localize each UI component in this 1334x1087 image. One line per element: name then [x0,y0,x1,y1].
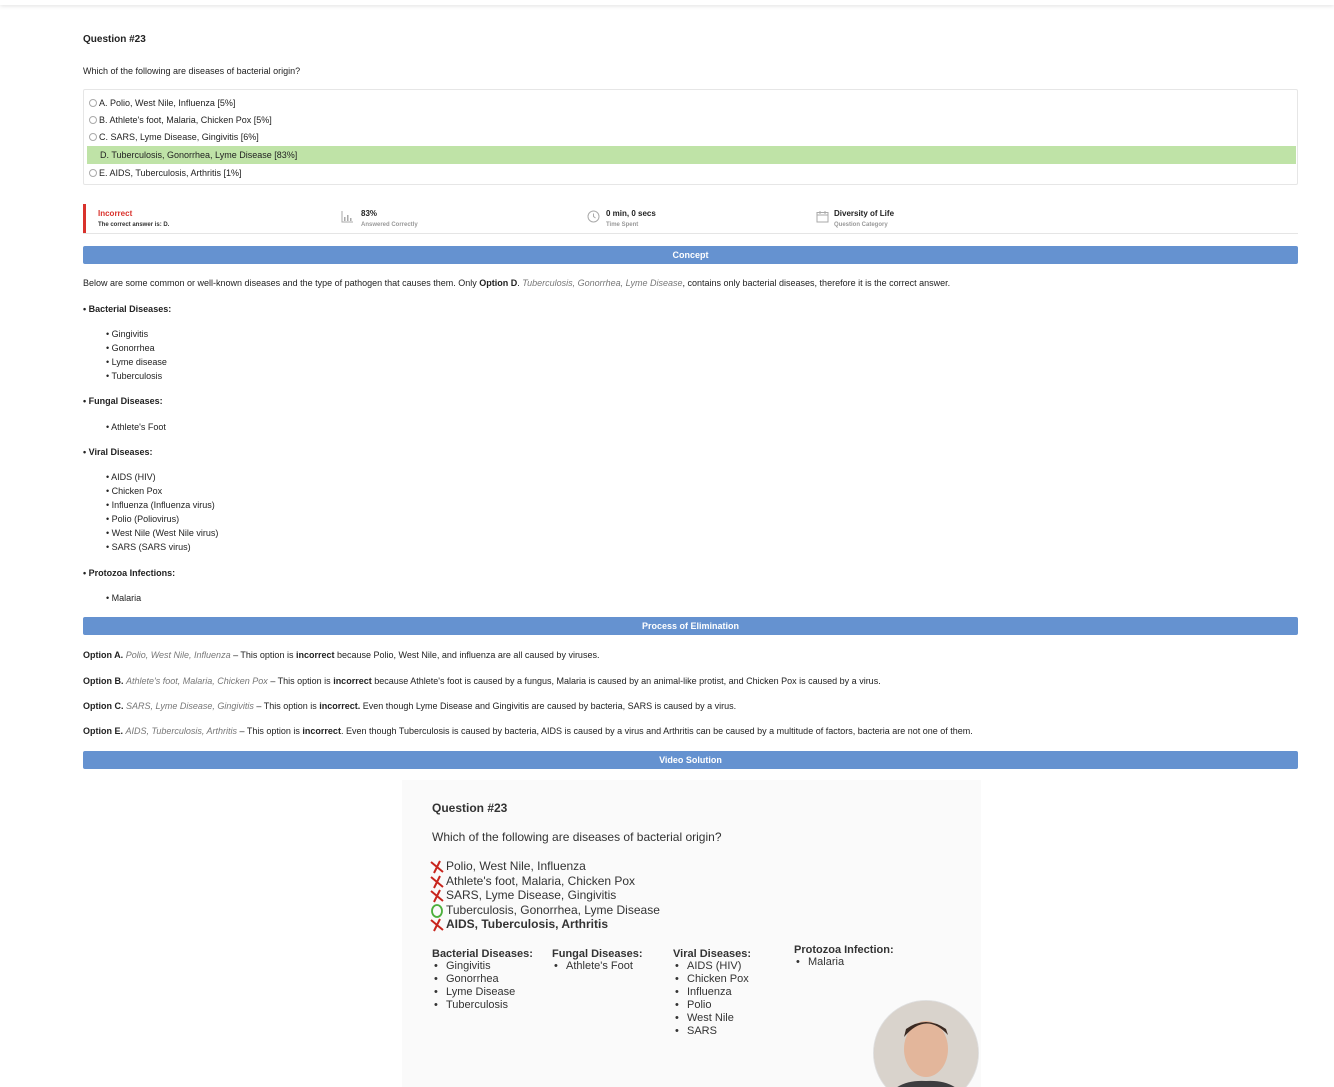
option-e[interactable]: E. AIDS, Tuberculosis, Arthritis [1%] [87,164,1296,181]
video-option: Tuberculosis, Gonorrhea, Lyme Disease [446,903,660,917]
list-item: • Polio (Poliovirus) [106,514,180,524]
elimination-row: Option E. AIDS, Tuberculosis, Arthritis … [83,726,973,736]
video-fungal-column: Fungal Diseases: Athlete's Foot [552,948,642,973]
list-item: • Gonorrhea [106,343,155,353]
incorrect-indicator [83,204,86,233]
video-option: SARS, Lyme Disease, Gingivitis [446,888,617,902]
cross-out-mark-icon [430,875,444,889]
option-label: E. AIDS, Tuberculosis, Arthritis [1%] [99,167,242,178]
percent-label: Answered Correctly [361,222,418,228]
video-protozoa-column: Protozoa Infection: Malaria [794,944,894,969]
bacterial-heading: • Bacterial Diseases: [83,304,172,314]
cross-out-mark-icon [430,860,444,874]
option-d[interactable]: D. Tuberculosis, Gonorrhea, Lyme Disease… [87,146,1296,164]
category-value: Diversity of Life [834,209,895,218]
elimination-row: Option C. SARS, Lyme Disease, Gingivitis… [83,701,737,711]
list-item: • Gingivitis [106,329,149,339]
category-label: Question Category [834,222,888,228]
time-label: Time Spent [606,222,639,228]
option-label: D. Tuberculosis, Gonorrhea, Lyme Disease… [100,150,298,160]
list-item: • Malaria [106,593,142,603]
cross-out-mark-icon [430,918,444,932]
correct-answer-text: The correct answer is: D. [98,222,170,228]
bar-chart-icon [341,211,353,223]
option-label: C. SARS, Lyme Disease, Gingivitis [6%] [99,131,259,142]
radio-icon[interactable] [89,115,97,124]
video-header: Video Solution [83,751,1298,769]
video-option: Polio, West Nile, Influenza [446,859,586,873]
viral-heading: • Viral Diseases: [83,447,153,457]
circle-mark-icon [431,904,443,918]
option-label: B. Athlete's foot, Malaria, Chicken Pox … [99,114,272,125]
video-bacterial-column: Bacterial Diseases: Gingivitis Gonorrhea… [432,948,533,1012]
list-item: • Tuberculosis [106,371,163,381]
video-question-title: Question #23 [432,801,508,815]
list-item: • Lyme disease [106,357,167,367]
answer-options: A. Polio, West Nile, Influenza [5%] B. A… [83,89,1298,185]
time-value: 0 min, 0 secs [606,209,656,218]
list-item: • AIDS (HIV) [106,472,156,482]
calendar-icon [816,211,829,223]
video-option: Athlete's foot, Malaria, Chicken Pox [446,874,636,888]
percent-value: 83% [361,209,378,218]
video-player[interactable]: Question #23 Which of the following are … [402,780,981,1087]
video-option: AIDS, Tuberculosis, Arthritis [446,917,609,931]
question-text: Which of the following are diseases of b… [83,66,301,76]
list-item: • Athlete's Foot [106,422,166,432]
top-bar [0,0,1334,5]
list-item: • West Nile (West Nile virus) [106,528,219,538]
option-label: A. Polio, West Nile, Influenza [5%] [99,97,236,108]
radio-icon[interactable] [89,98,97,107]
list-item: • Chicken Pox [106,486,163,496]
concept-header: Concept [83,246,1298,264]
radio-icon[interactable] [89,132,97,141]
option-b[interactable]: B. Athlete's foot, Malaria, Chicken Pox … [87,111,1296,128]
protozoa-heading: • Protozoa Infections: [83,568,176,578]
video-viral-column: Viral Diseases: AIDS (HIV) Chicken Pox I… [673,948,751,1038]
presenter-avatar [873,1000,979,1087]
concept-intro: Below are some common or well-known dise… [83,278,951,288]
elimination-row: Option B. Athlete's foot, Malaria, Chick… [83,676,881,686]
elimination-row: Option A. Polio, West Nile, Influenza – … [83,650,600,660]
elimination-header: Process of Elimination [83,617,1298,635]
video-question-text: Which of the following are diseases of b… [432,830,722,844]
cross-out-mark-icon [430,889,444,903]
fungal-heading: • Fungal Diseases: [83,396,163,406]
list-item: • SARS (SARS virus) [106,542,191,552]
list-item: • Influenza (Influenza virus) [106,500,215,510]
clock-icon [587,210,600,223]
option-a[interactable]: A. Polio, West Nile, Influenza [5%] [87,94,1296,111]
radio-icon[interactable] [89,168,97,177]
result-label: Incorrect [98,209,133,218]
question-title: Question #23 [83,34,146,45]
result-stats: Incorrect The correct answer is: D. 83% … [83,204,1298,234]
option-c[interactable]: C. SARS, Lyme Disease, Gingivitis [6%] [87,128,1296,145]
